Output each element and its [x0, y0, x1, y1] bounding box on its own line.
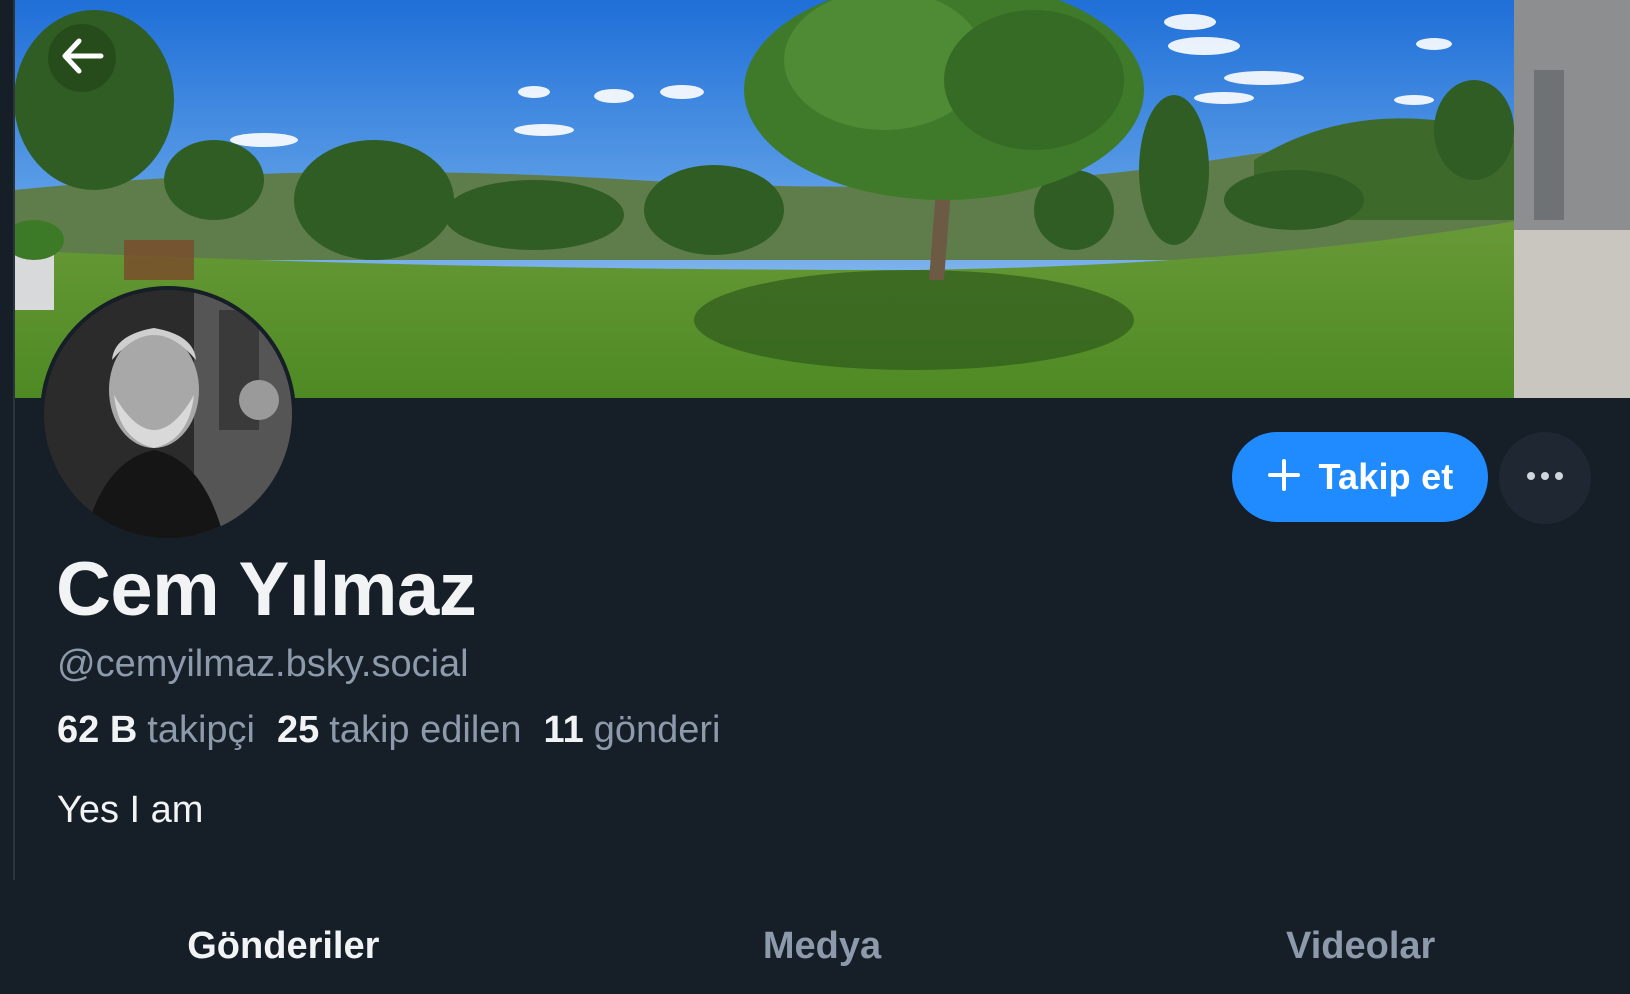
posts-stat: 11 gönderi [544, 706, 721, 754]
avatar-image [44, 290, 292, 538]
profile-page: Takip et Cem Yılmaz @cemyilmaz.bsky.soci… [0, 0, 1630, 994]
following-label: takip edilen [329, 709, 522, 751]
display-name: Cem Yılmaz [56, 547, 477, 632]
tab-videos[interactable]: Videolar [1091, 905, 1630, 994]
followers-label: takipçi [147, 709, 255, 751]
followers-count: 62 B [57, 709, 138, 751]
more-options-button[interactable] [1499, 432, 1591, 524]
profile-tabs: Gönderiler Medya Videolar [14, 905, 1630, 994]
posts-count: 11 [543, 709, 584, 751]
left-border [13, 0, 15, 880]
tab-posts[interactable]: Gönderiler [14, 905, 553, 994]
followers-link[interactable]: 62 Btakipçi [57, 706, 255, 754]
ellipsis-icon [1525, 469, 1565, 487]
left-edge [0, 0, 14, 994]
back-button[interactable] [48, 24, 116, 92]
posts-label: gönderi [593, 709, 721, 751]
follow-label: Takip et [1318, 456, 1454, 497]
handle: @cemyilmaz.bsky.social [57, 643, 469, 685]
tab-media[interactable]: Medya [553, 905, 1092, 994]
following-link[interactable]: 25 takip edilen [277, 706, 522, 754]
profile-stats: 62 Btakipçi 25 takip edilen 11 gönderi [57, 706, 720, 754]
arrow-left-icon [57, 31, 107, 86]
follow-button[interactable]: Takip et [1232, 432, 1488, 522]
avatar[interactable] [44, 290, 292, 538]
following-count: 25 [277, 709, 320, 751]
plus-icon [1267, 458, 1301, 497]
profile-bio: Yes I am [57, 789, 204, 831]
